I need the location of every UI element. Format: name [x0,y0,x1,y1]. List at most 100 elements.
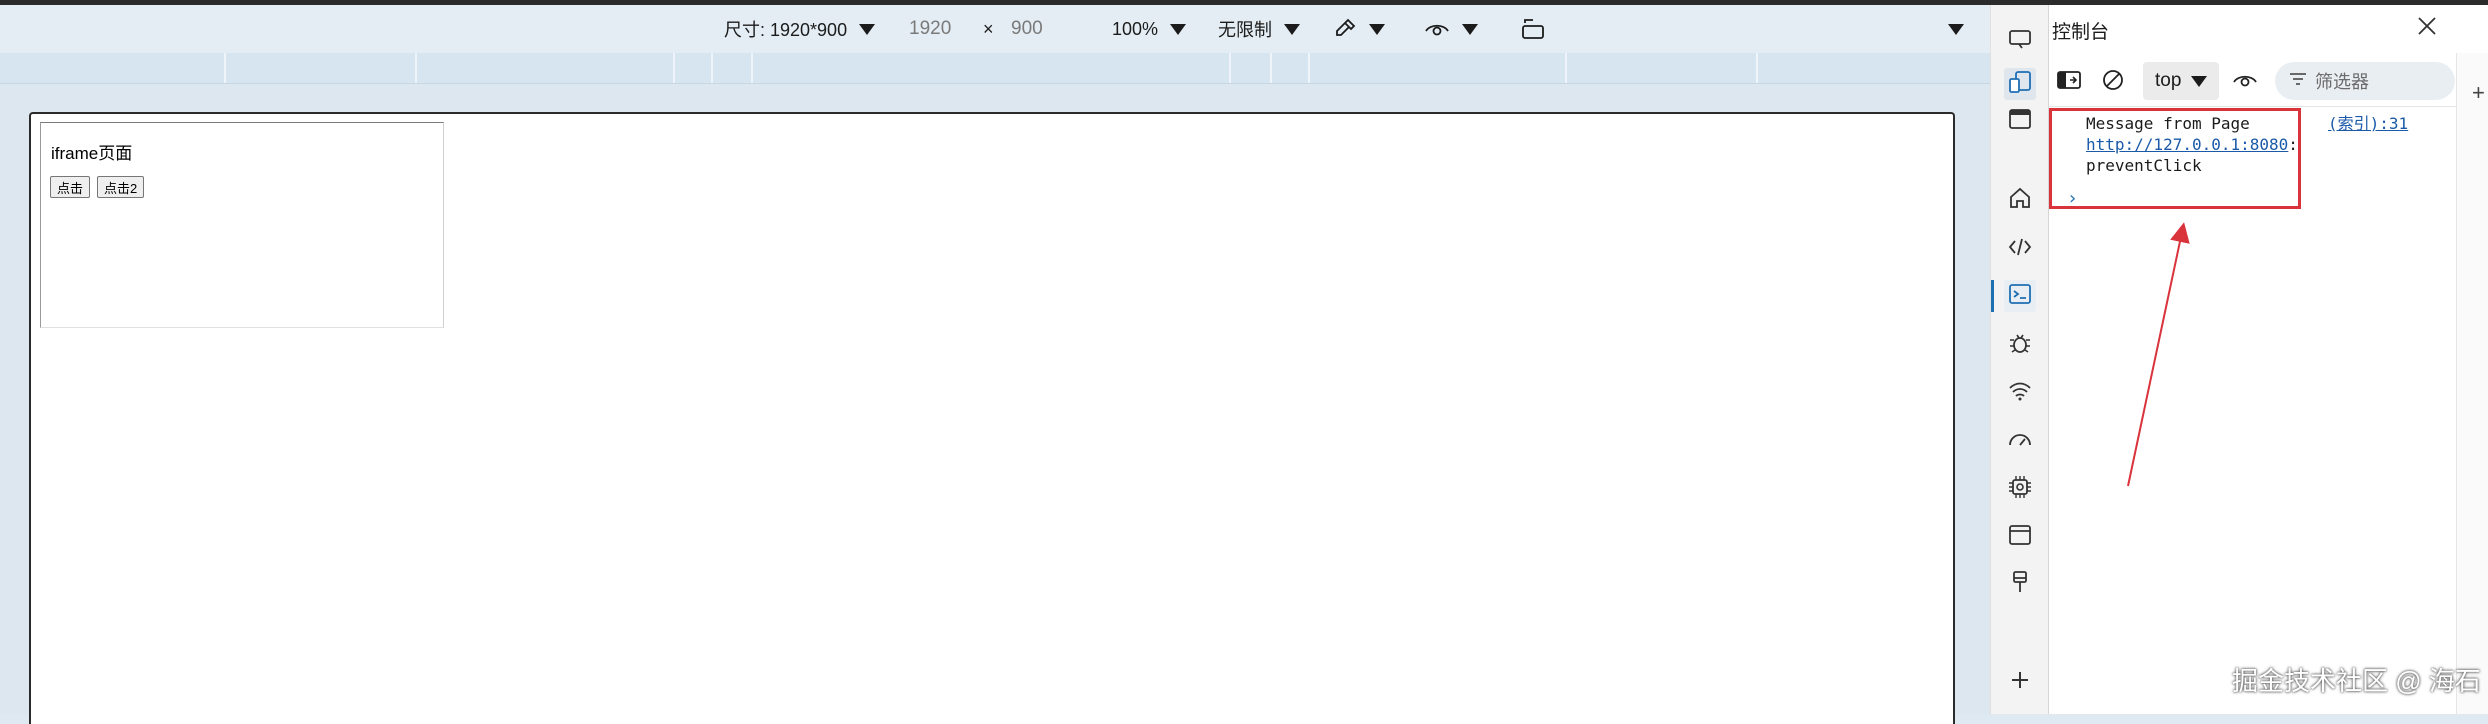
live-expression-button[interactable] [2231,68,2259,96]
dock-button[interactable] [2004,105,2036,137]
caret-down-icon [1170,23,1187,35]
ruler-segment[interactable] [1308,53,1310,83]
throttle-label: 无限制 [1218,20,1272,40]
filter-icon [2289,71,2307,92]
eyedropper-dropdown[interactable] [1333,5,1385,53]
times-icon: × [983,18,994,39]
zoom-label: 100% [1112,18,1159,39]
plus-icon[interactable]: + [2472,80,2485,106]
eyedropper-icon [1333,17,1357,41]
zoom-dropdown[interactable]: 100% [1112,5,1187,53]
dimensions-dropdown[interactable]: 尺寸: 1920*900 [724,5,876,53]
more-options-dropdown[interactable] [1948,5,1964,53]
emulated-page: iframe页面 点击 点击2 [29,112,1955,724]
clear-console-button[interactable] [2099,68,2127,96]
ruler-segment[interactable] [1565,53,1567,83]
throttle-dropdown[interactable]: 无限制 [1218,5,1300,53]
application-button[interactable] [2004,521,2036,553]
filter-placeholder: 筛选器 [2315,72,2369,92]
home-icon [2007,185,2033,216]
console-icon [2007,281,2033,312]
caret-down-icon [1284,23,1300,35]
elements-icon [2007,234,2033,265]
devtools-activity-bar [1990,5,2049,714]
application-icon [2007,522,2033,553]
log-colon: : [2288,135,2298,154]
toggle-sidebar-button[interactable] [2055,68,2083,96]
context-dropdown[interactable]: top [2143,62,2220,100]
css-overview-button[interactable] [2004,568,2036,600]
ruler-segment[interactable] [415,53,417,83]
panel-header: 控制台 [2049,5,2488,52]
swap-dimensions-button[interactable]: × [983,5,994,53]
sidebar-toggle-icon [2056,69,2082,96]
ruler-segment[interactable] [751,53,753,83]
ruler-segment[interactable] [711,53,713,83]
console-button[interactable] [2004,280,2036,312]
caret-down-icon [1369,23,1385,35]
memory-button[interactable] [2004,473,2036,505]
device-emulation-icon [2007,69,2033,100]
ruler-segment[interactable] [224,53,226,83]
console-output: Message from Page http://127.0.0.1:8080:… [2049,107,2488,714]
filter-input[interactable]: 筛选器 [2275,62,2455,100]
width-input[interactable]: 1920 [909,5,951,53]
emulated-viewport-area: iframe页面 点击 点击2 [0,84,1990,724]
log-url-link[interactable]: http://127.0.0.1:8080 [2086,135,2288,154]
console-panel: 控制台 top 筛选器 Message from Page http://127… [2048,5,2488,714]
iframe-frame: iframe页面 点击 点击2 [40,122,444,328]
log-message: Message from Page http://127.0.0.1:8080:… [2086,113,2336,176]
console-toolbar: top 筛选器 [2049,58,2488,107]
height-value: 900 [1011,18,1043,39]
close-panel-button[interactable] [2413,15,2441,43]
caret-down-icon [1462,23,1478,35]
active-tool-indicator [1991,280,1994,312]
eye-icon [2232,68,2258,97]
height-input[interactable]: 900 [1011,5,1043,53]
rotate-device-icon [1520,17,1548,41]
click2-button[interactable]: 点击2 [97,176,145,198]
vision-deficiency-dropdown[interactable] [1424,5,1478,53]
ruler-segment[interactable] [1756,53,1758,83]
device-toolbar: 尺寸: 1920*900 1920 × 900 100% 无限制 [0,5,1990,53]
gauge-icon [2007,426,2033,457]
drawer-edge [2456,53,2488,714]
console-prompt[interactable]: › [2067,188,2078,209]
bug-icon [2007,330,2033,361]
device-emulation-button[interactable] [2004,68,2036,100]
watermark: 掘金技术社区 @ 海石 [2232,666,2481,696]
add-tool-button[interactable] [2004,666,2036,698]
caret-down-icon [859,23,876,35]
caret-down-icon [1948,23,1964,35]
rotate-button[interactable] [1520,5,1548,53]
width-value: 1920 [909,18,952,39]
close-icon [2416,15,2438,43]
caret-down-icon [2191,75,2208,87]
iframe-heading: iframe页面 [51,144,133,163]
plus-icon [2007,667,2033,698]
sources-button[interactable] [2004,329,2036,361]
chip-icon [2007,474,2033,505]
panel-title: 控制台 [2052,22,2110,43]
wifi-icon [2007,378,2033,409]
log-text: Message from Page [2086,114,2250,133]
log-source-link[interactable]: (索引):31 [2328,113,2408,134]
screencast-icon [2007,26,2033,57]
screencast-button[interactable] [2004,25,2036,57]
context-label: top [2155,70,2182,91]
ruler-segment[interactable] [1270,53,1272,83]
eye-icon [1424,17,1450,41]
paint-brush-icon [2007,569,2033,600]
network-button[interactable] [2004,377,2036,409]
log-value: preventClick [2086,156,2202,175]
welcome-button[interactable] [2004,184,2036,216]
dimensions-label: 尺寸: 1920*900 [724,20,848,40]
dock-icon [2007,106,2033,137]
click-button[interactable]: 点击 [50,176,91,198]
ruler-segment[interactable] [673,53,675,83]
elements-button[interactable] [2004,233,2036,265]
ruler-segment[interactable] [1229,53,1231,83]
performance-button[interactable] [2004,425,2036,457]
media-query-ruler [0,53,1990,84]
clear-icon [2101,68,2125,97]
